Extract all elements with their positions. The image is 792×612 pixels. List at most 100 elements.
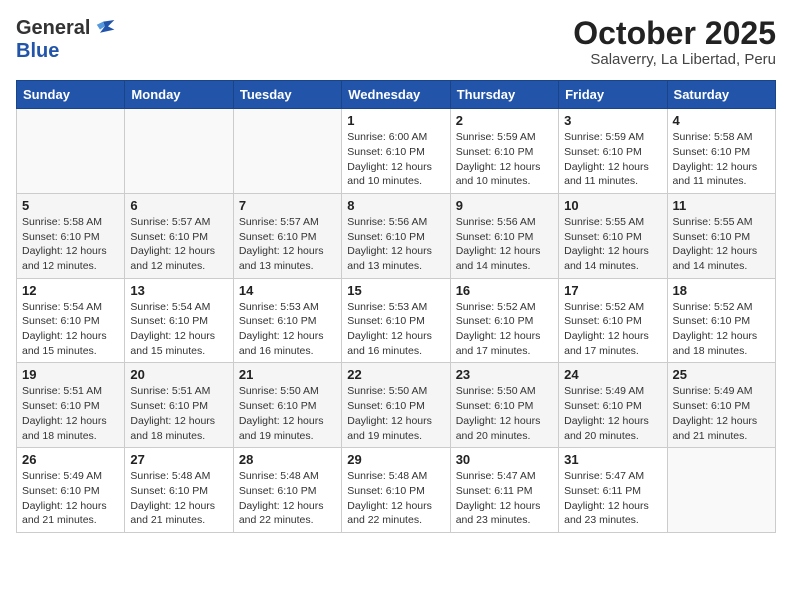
day-number: 3 [564,113,661,128]
day-number: 21 [239,367,336,382]
calendar-day-cell [125,109,233,194]
calendar-day-cell: 25 Sunrise: 5:49 AMSunset: 6:10 PMDayligh… [667,363,775,448]
day-number: 25 [673,367,770,382]
day-number: 8 [347,198,444,213]
day-number: 24 [564,367,661,382]
calendar-day-cell: 15 Sunrise: 5:53 AMSunset: 6:10 PMDayligh… [342,278,450,363]
day-info: Sunrise: 5:52 AMSunset: 6:10 PMDaylight:… [673,300,770,359]
day-info: Sunrise: 5:54 AMSunset: 6:10 PMDaylight:… [130,300,227,359]
calendar-day-cell: 26 Sunrise: 5:49 AMSunset: 6:10 PMDayligh… [17,448,125,533]
day-info: Sunrise: 5:50 AMSunset: 6:10 PMDaylight:… [239,384,336,443]
day-info: Sunrise: 5:49 AMSunset: 6:10 PMDaylight:… [22,469,119,528]
calendar-day-header: Sunday [17,81,125,109]
calendar-week-row: 1 Sunrise: 6:00 AMSunset: 6:10 PMDaylight… [17,109,776,194]
calendar-day-cell: 2Sunrise: 5:59 AMSunset: 6:10 PMDaylight… [450,109,558,194]
calendar-day-cell: 19 Sunrise: 5:51 AMSunset: 6:10 PMDayligh… [17,363,125,448]
calendar-day-header: Monday [125,81,233,109]
day-number: 11 [673,198,770,213]
day-info: Sunrise: 5:49 AMSunset: 6:10 PMDaylight:… [564,384,661,443]
day-number: 27 [130,452,227,467]
day-info: Sunrise: 5:55 AMSunset: 6:10 PMDaylight:… [673,215,770,274]
calendar-day-cell [17,109,125,194]
logo-general-text: General [16,17,90,40]
day-number: 6 [130,198,227,213]
calendar-day-cell: 9Sunrise: 5:56 AMSunset: 6:10 PMDaylight… [450,193,558,278]
day-number: 2 [456,113,553,128]
calendar-day-cell: 18 Sunrise: 5:52 AMSunset: 6:10 PMDayligh… [667,278,775,363]
logo-blue-text: Blue [16,40,59,62]
day-number: 26 [22,452,119,467]
day-info: Sunrise: 5:47 AMSunset: 6:11 PMDaylight:… [456,469,553,528]
calendar-day-cell: 20 Sunrise: 5:51 AMSunset: 6:10 PMDayligh… [125,363,233,448]
day-number: 13 [130,283,227,298]
day-info: Sunrise: 5:49 AMSunset: 6:10 PMDaylight:… [673,384,770,443]
day-info: Sunrise: 5:54 AMSunset: 6:10 PMDaylight:… [22,300,119,359]
calendar-week-row: 5Sunrise: 5:58 AMSunset: 6:10 PMDaylight… [17,193,776,278]
calendar-day-cell [233,109,341,194]
calendar-day-cell: 28 Sunrise: 5:48 AMSunset: 6:10 PMDayligh… [233,448,341,533]
day-info: Sunrise: 5:51 AMSunset: 6:10 PMDaylight:… [22,384,119,443]
calendar-day-cell: 7 Sunrise: 5:57 AMSunset: 6:10 PMDaylight… [233,193,341,278]
logo: General Blue [16,16,116,63]
calendar-day-cell: 13 Sunrise: 5:54 AMSunset: 6:10 PMDayligh… [125,278,233,363]
day-info: Sunrise: 5:58 AMSunset: 6:10 PMDaylight:… [673,130,770,189]
day-number: 16 [456,283,553,298]
day-number: 30 [456,452,553,467]
day-number: 15 [347,283,444,298]
calendar-day-cell: 27 Sunrise: 5:48 AMSunset: 6:10 PMDayligh… [125,448,233,533]
day-info: Sunrise: 5:48 AMSunset: 6:10 PMDaylight:… [130,469,227,528]
day-info: Sunrise: 5:53 AMSunset: 6:10 PMDaylight:… [347,300,444,359]
calendar-day-header: Tuesday [233,81,341,109]
day-info: Sunrise: 5:51 AMSunset: 6:10 PMDaylight:… [130,384,227,443]
calendar-week-row: 19 Sunrise: 5:51 AMSunset: 6:10 PMDayligh… [17,363,776,448]
day-number: 18 [673,283,770,298]
day-number: 9 [456,198,553,213]
day-number: 12 [22,283,119,298]
day-info: Sunrise: 5:47 AMSunset: 6:11 PMDaylight:… [564,469,661,528]
calendar-day-cell: 14Sunrise: 5:53 AMSunset: 6:10 PMDayligh… [233,278,341,363]
day-number: 4 [673,113,770,128]
day-number: 22 [347,367,444,382]
day-info: Sunrise: 5:57 AMSunset: 6:10 PMDaylight:… [239,215,336,274]
day-number: 1 [347,113,444,128]
day-number: 20 [130,367,227,382]
day-info: Sunrise: 5:50 AMSunset: 6:10 PMDaylight:… [456,384,553,443]
calendar-week-row: 26 Sunrise: 5:49 AMSunset: 6:10 PMDayligh… [17,448,776,533]
day-info: Sunrise: 5:59 AMSunset: 6:10 PMDaylight:… [564,130,661,189]
calendar-day-cell: 12 Sunrise: 5:54 AMSunset: 6:10 PMDayligh… [17,278,125,363]
day-info: Sunrise: 5:56 AMSunset: 6:10 PMDaylight:… [347,215,444,274]
calendar-header-row: SundayMondayTuesdayWednesdayThursdayFrid… [17,81,776,109]
page-header: General Blue October 2025 Salaverry, La … [16,16,776,68]
day-number: 17 [564,283,661,298]
logo-bird-icon [92,16,116,40]
calendar-day-cell: 6 Sunrise: 5:57 AMSunset: 6:10 PMDaylight… [125,193,233,278]
day-info: Sunrise: 6:00 AMSunset: 6:10 PMDaylight:… [347,130,444,189]
calendar-day-header: Saturday [667,81,775,109]
calendar-day-cell: 3 Sunrise: 5:59 AMSunset: 6:10 PMDaylight… [559,109,667,194]
day-info: Sunrise: 5:58 AMSunset: 6:10 PMDaylight:… [22,215,119,274]
day-number: 7 [239,198,336,213]
calendar-day-cell: 10 Sunrise: 5:55 AMSunset: 6:10 PMDayligh… [559,193,667,278]
calendar-day-cell: 11 Sunrise: 5:55 AMSunset: 6:10 PMDayligh… [667,193,775,278]
calendar-day-cell: 21 Sunrise: 5:50 AMSunset: 6:10 PMDayligh… [233,363,341,448]
calendar-day-header: Wednesday [342,81,450,109]
day-number: 28 [239,452,336,467]
calendar-day-cell: 4 Sunrise: 5:58 AMSunset: 6:10 PMDaylight… [667,109,775,194]
location-subtitle: Salaverry, La Libertad, Peru [573,51,776,68]
day-number: 29 [347,452,444,467]
day-number: 10 [564,198,661,213]
calendar-day-cell: 24 Sunrise: 5:49 AMSunset: 6:10 PMDayligh… [559,363,667,448]
day-info: Sunrise: 5:52 AMSunset: 6:10 PMDaylight:… [564,300,661,359]
calendar-day-cell: 29 Sunrise: 5:48 AMSunset: 6:10 PMDayligh… [342,448,450,533]
calendar-day-cell: 1 Sunrise: 6:00 AMSunset: 6:10 PMDaylight… [342,109,450,194]
day-info: Sunrise: 5:55 AMSunset: 6:10 PMDaylight:… [564,215,661,274]
calendar-day-cell: 5Sunrise: 5:58 AMSunset: 6:10 PMDaylight… [17,193,125,278]
day-number: 19 [22,367,119,382]
month-title: October 2025 [573,16,776,51]
day-info: Sunrise: 5:48 AMSunset: 6:10 PMDaylight:… [347,469,444,528]
day-info: Sunrise: 5:53 AMSunset: 6:10 PMDaylight:… [239,300,336,359]
calendar-day-header: Friday [559,81,667,109]
calendar-table: SundayMondayTuesdayWednesdayThursdayFrid… [16,80,776,533]
day-info: Sunrise: 5:57 AMSunset: 6:10 PMDaylight:… [130,215,227,274]
day-info: Sunrise: 5:48 AMSunset: 6:10 PMDaylight:… [239,469,336,528]
